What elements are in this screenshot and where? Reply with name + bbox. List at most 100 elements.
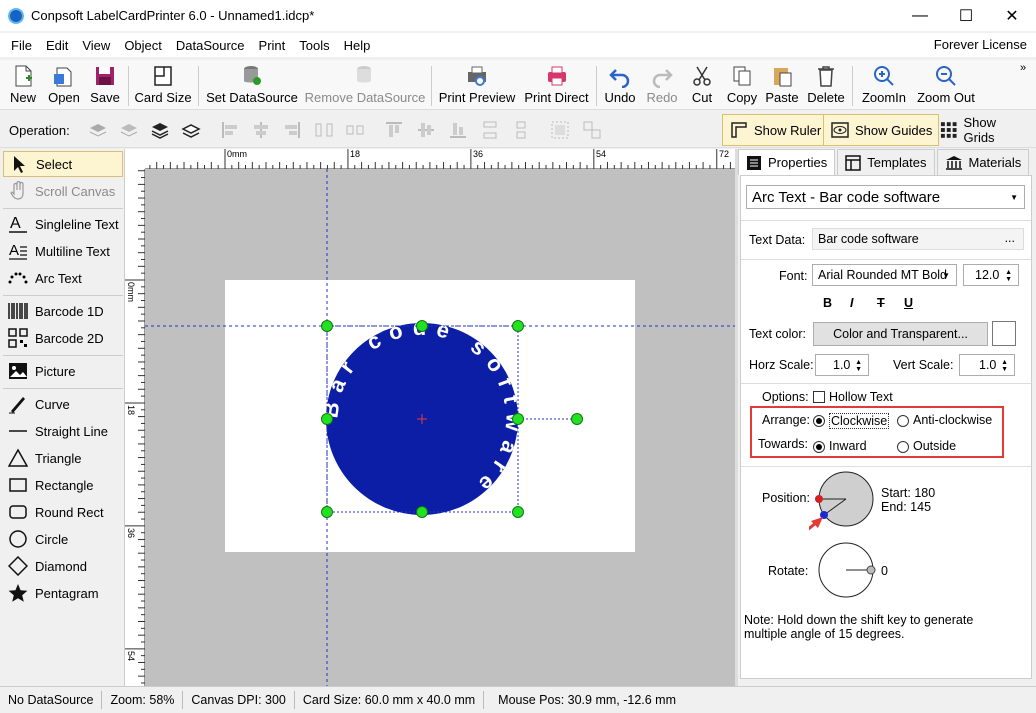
rotate-dial-handle[interactable] <box>866 565 876 575</box>
color-transparent-button[interactable]: Color and Transparent... <box>813 322 988 346</box>
menu-view[interactable]: View <box>75 38 117 53</box>
anti-clockwise-radio[interactable] <box>897 412 909 427</box>
redo-button[interactable]: Redo <box>645 64 679 108</box>
hollow-text-checkbox[interactable] <box>813 388 825 403</box>
horz-scale-spinner[interactable]: 1.0 ▲ ▼ <box>815 354 869 376</box>
design-canvas[interactable]: Bar code software <box>145 169 735 686</box>
tool-barcode-1d[interactable]: Barcode 1D <box>3 298 123 324</box>
vertical-spacing-icon[interactable] <box>511 120 531 140</box>
close-button[interactable]: ✕ <box>989 0 1035 31</box>
send-to-back-icon[interactable] <box>181 120 201 140</box>
align-center-icon[interactable] <box>251 120 271 140</box>
tool-straight-line[interactable]: Straight Line <box>3 418 123 444</box>
distribute-vertical-icon[interactable] <box>480 120 500 140</box>
menu-object[interactable]: Object <box>117 38 169 53</box>
tool-select[interactable]: Select <box>3 151 123 177</box>
space-evenly-icon[interactable] <box>345 120 365 140</box>
tool-picture[interactable]: Picture <box>3 358 123 384</box>
distribute-horizontal-icon[interactable] <box>314 120 334 140</box>
tool-arc-text[interactable]: Arc Text <box>3 265 123 291</box>
tool-curve[interactable]: Curve <box>3 391 123 417</box>
resize-handle[interactable] <box>321 320 333 332</box>
menu-tools[interactable]: Tools <box>292 38 336 53</box>
show-ruler-toggle[interactable]: Show Ruler <box>722 114 829 146</box>
new-button[interactable]: New <box>8 64 38 108</box>
zoom-in-button[interactable]: ZoomIn <box>859 64 909 108</box>
send-backward-icon[interactable] <box>119 120 139 140</box>
bring-forward-icon[interactable] <box>88 120 108 140</box>
spinner-arrows-icon[interactable]: ▲ ▼ <box>855 359 862 373</box>
tab-properties[interactable]: Properties <box>738 149 836 175</box>
delete-button[interactable]: Delete <box>806 64 846 108</box>
italic-button[interactable]: I <box>850 296 853 310</box>
vert-scale-spinner[interactable]: 1.0 ▲ ▼ <box>959 354 1015 376</box>
show-guides-toggle[interactable]: Show Guides <box>823 114 940 146</box>
tool-round-rect[interactable]: Round Rect <box>3 499 123 525</box>
resize-handle[interactable] <box>512 320 524 332</box>
font-size-spinner[interactable]: 12.0 ▲ ▼ <box>963 264 1019 286</box>
strikethrough-button[interactable]: T <box>877 296 885 310</box>
resize-handle[interactable] <box>416 320 428 332</box>
cut-button[interactable]: Cut <box>688 64 716 108</box>
menu-file[interactable]: File <box>4 38 39 53</box>
show-grids-toggle[interactable]: Show Grids <box>932 114 1036 146</box>
ungroup-icon[interactable] <box>582 120 602 140</box>
outside-radio[interactable] <box>897 438 909 453</box>
bring-to-front-icon[interactable] <box>150 120 170 140</box>
toolbar-overflow-button[interactable]: » <box>1020 62 1026 74</box>
text-data-field[interactable]: Bar code software ... <box>812 228 1024 250</box>
resize-handle[interactable] <box>321 506 333 518</box>
tool-triangle[interactable]: Triangle <box>3 445 123 471</box>
zoom-out-button[interactable]: Zoom Out <box>915 64 977 108</box>
save-button[interactable]: Save <box>90 64 120 108</box>
underline-button[interactable]: U <box>904 296 913 310</box>
rotate-handle[interactable] <box>571 413 583 425</box>
font-family-dropdown[interactable]: Arial Rounded MT Bold ▼ <box>812 264 957 286</box>
tab-materials[interactable]: Materials <box>936 149 1030 175</box>
resize-handle[interactable] <box>416 506 428 518</box>
tool-multiline-text[interactable]: A Multiline Text <box>3 238 123 264</box>
text-data-edit-button[interactable]: ... <box>1005 231 1015 245</box>
resize-handle[interactable] <box>512 506 524 518</box>
inward-radio[interactable] <box>813 438 825 453</box>
undo-button[interactable]: Undo <box>603 64 637 108</box>
tool-pentagram[interactable]: Pentagram <box>3 580 123 606</box>
spinner-arrows-icon[interactable]: ▲ ▼ <box>1001 359 1008 373</box>
menu-print[interactable]: Print <box>252 38 293 53</box>
align-left-icon[interactable] <box>220 120 240 140</box>
copy-button[interactable]: Copy <box>725 64 759 108</box>
align-top-icon[interactable] <box>384 120 404 140</box>
tool-rectangle[interactable]: Rectangle <box>3 472 123 498</box>
card-size-button[interactable]: Card Size <box>134 64 192 108</box>
spinner-arrows-icon[interactable]: ▲ ▼ <box>1005 269 1012 283</box>
text-color-swatch[interactable] <box>992 321 1016 346</box>
minimize-button[interactable]: — <box>897 0 943 31</box>
tab-templates[interactable]: Templates <box>837 149 935 175</box>
maximize-button[interactable]: ☐ <box>943 0 989 31</box>
tool-diamond[interactable]: Diamond <box>3 553 123 579</box>
clockwise-radio[interactable] <box>813 412 825 427</box>
paste-button[interactable]: Paste <box>765 64 799 108</box>
set-datasource-button[interactable]: Set DataSource <box>206 64 298 108</box>
menu-edit[interactable]: Edit <box>39 38 75 53</box>
tool-circle[interactable]: Circle <box>3 526 123 552</box>
tool-scroll-canvas[interactable]: Scroll Canvas <box>3 178 123 204</box>
group-icon[interactable] <box>550 120 570 140</box>
menu-datasource[interactable]: DataSource <box>169 38 252 53</box>
print-direct-button[interactable]: Print Direct <box>523 64 590 108</box>
open-button[interactable]: Open <box>47 64 81 108</box>
tool-barcode-2d[interactable]: Barcode 2D <box>3 325 123 351</box>
tool-singleline-text[interactable]: A Singleline Text <box>3 211 123 237</box>
align-bottom-icon[interactable] <box>448 120 468 140</box>
resize-handle[interactable] <box>321 413 333 425</box>
start-handle[interactable] <box>815 495 823 503</box>
menu-help[interactable]: Help <box>337 38 378 53</box>
rotate-dial[interactable] <box>816 542 886 602</box>
align-middle-icon[interactable] <box>416 120 436 140</box>
print-preview-button[interactable]: Print Preview <box>439 64 515 108</box>
bold-button[interactable]: B <box>823 296 832 310</box>
object-selector-dropdown[interactable]: Arc Text - Bar code software ▼ <box>746 185 1025 209</box>
align-right-icon[interactable] <box>282 120 302 140</box>
remove-datasource-button[interactable]: Remove DataSource <box>305 64 425 108</box>
resize-handle[interactable] <box>512 413 524 425</box>
